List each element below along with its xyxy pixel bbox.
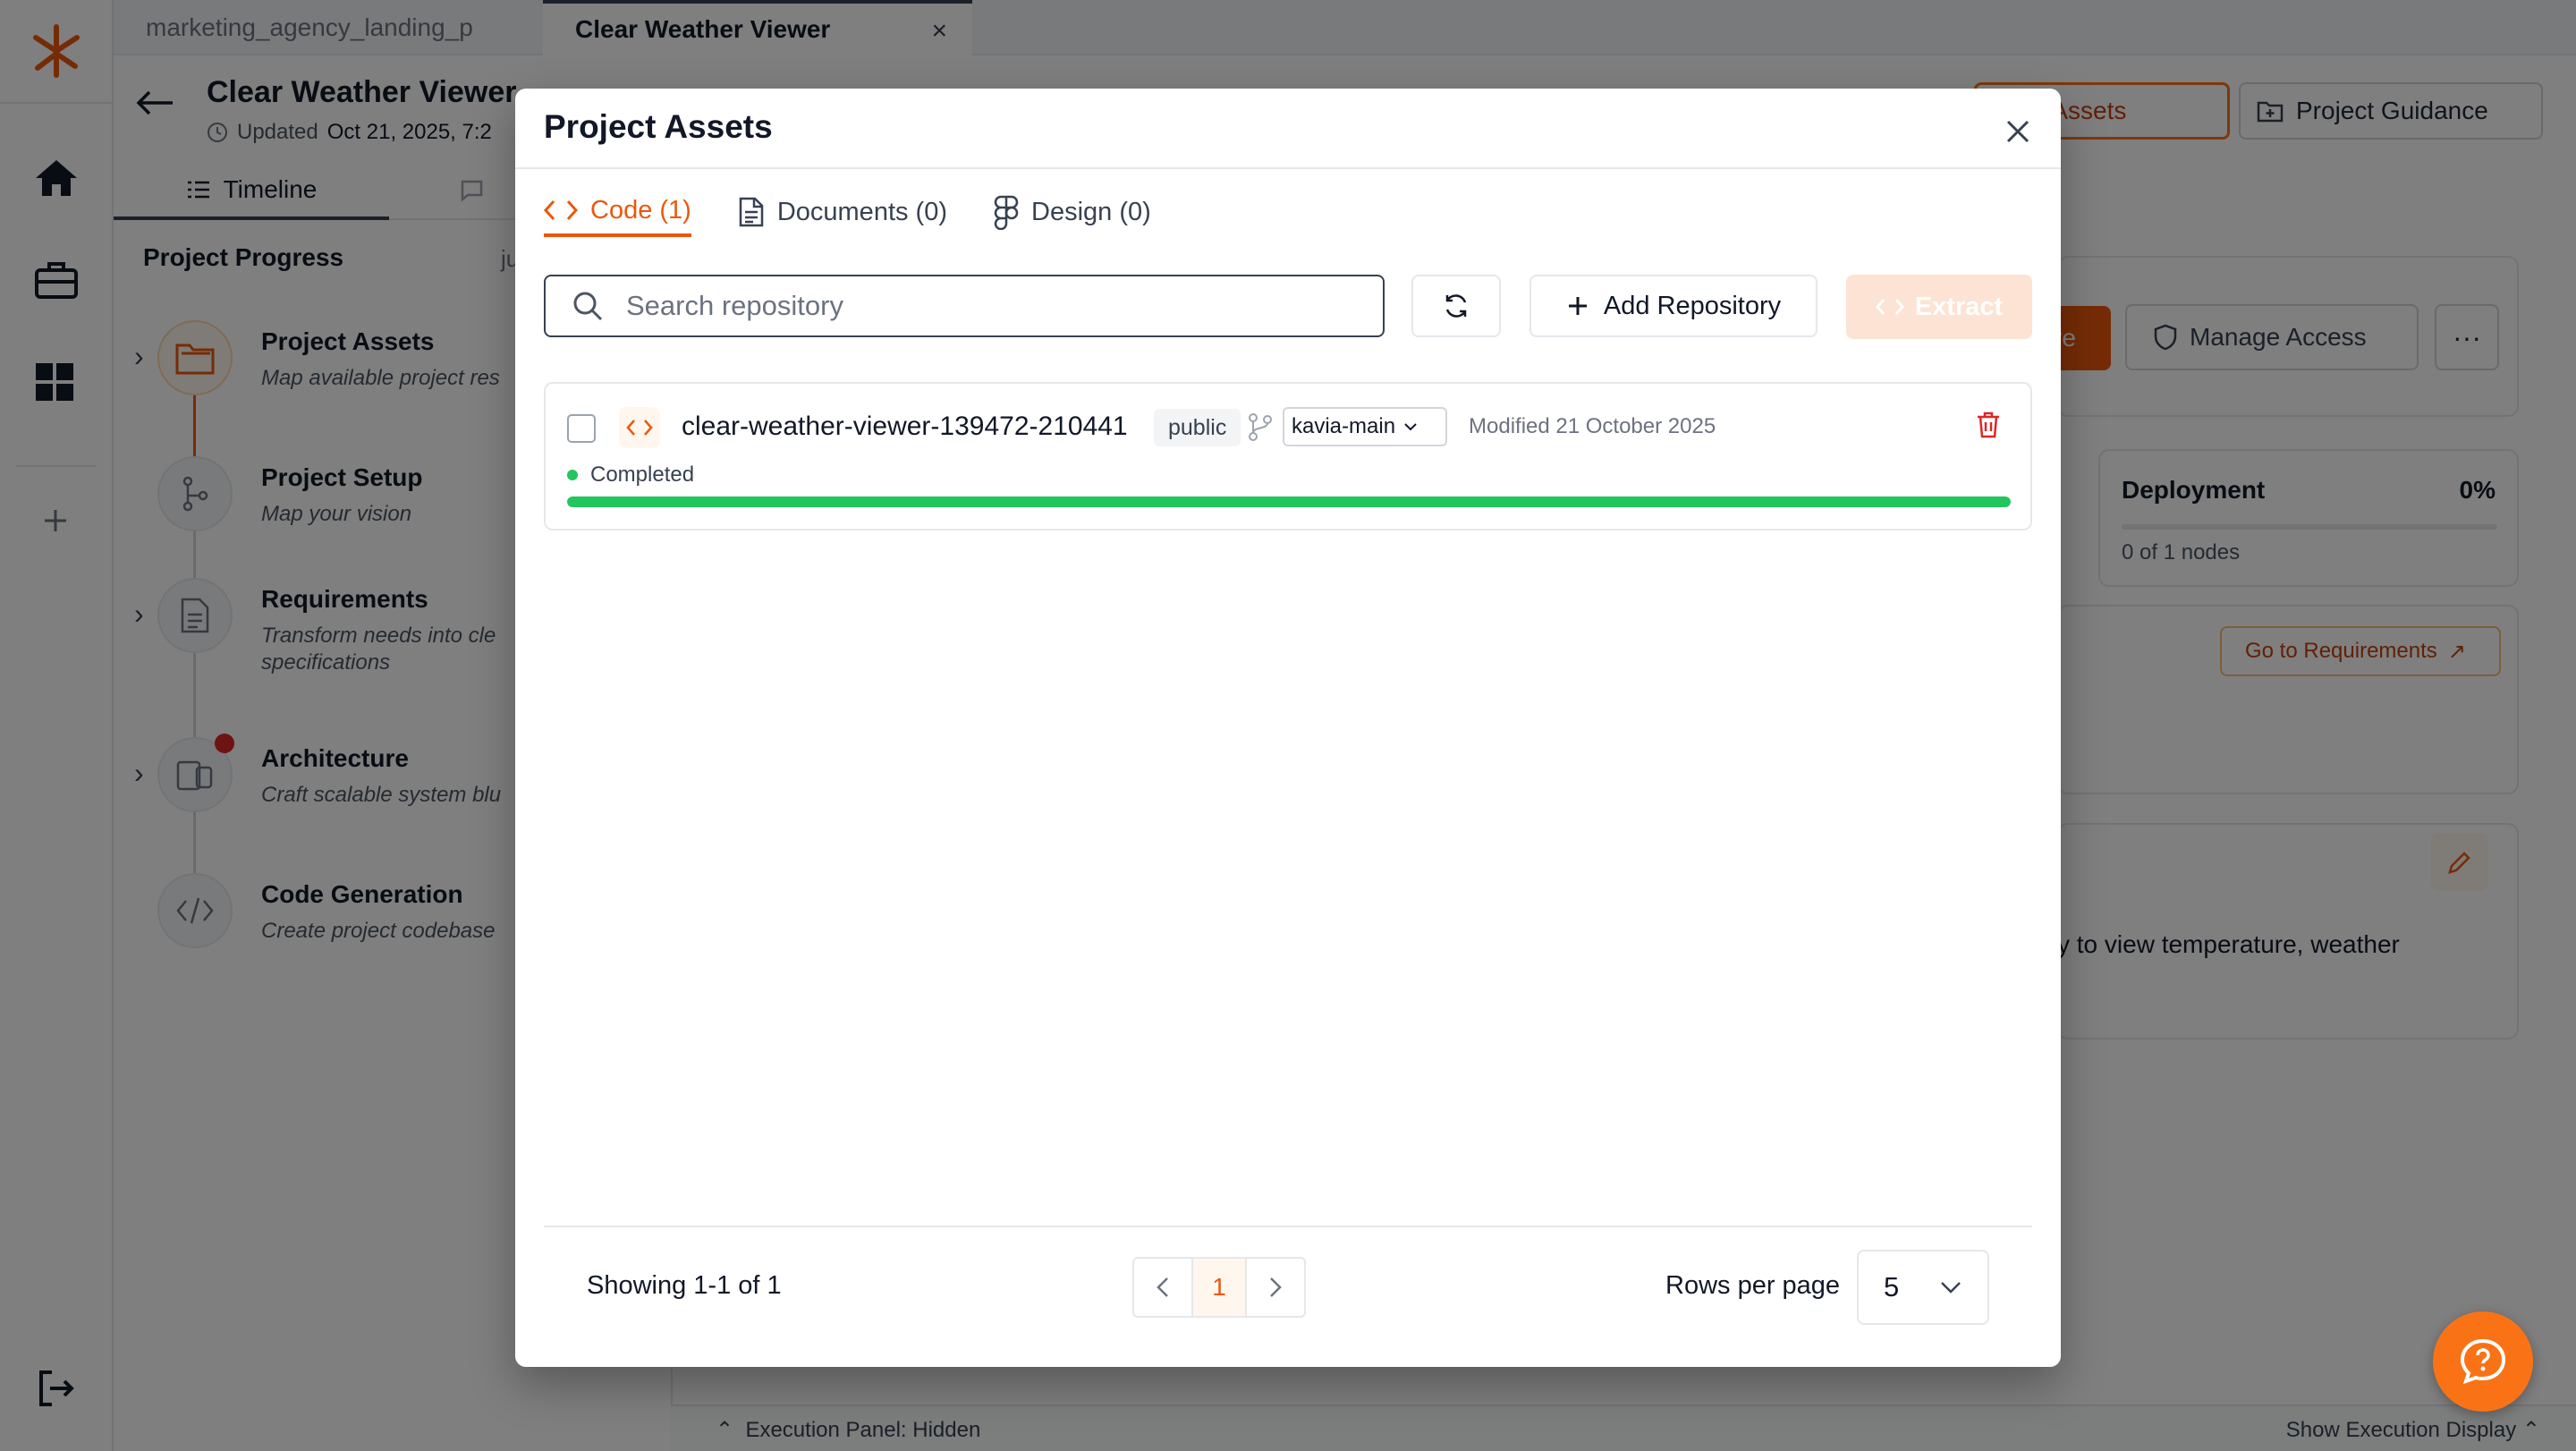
rows-per-page-select[interactable]: 5 bbox=[1857, 1250, 1989, 1325]
extract-button[interactable]: Extract bbox=[1846, 275, 2032, 339]
modal-footer-divider bbox=[544, 1226, 2032, 1227]
code-icon bbox=[544, 198, 578, 223]
figma-icon bbox=[994, 194, 1019, 230]
repository-status: Completed bbox=[567, 462, 694, 488]
document-icon bbox=[738, 196, 765, 228]
page-button-current[interactable]: 1 bbox=[1191, 1257, 1247, 1318]
refresh-icon bbox=[1445, 294, 1467, 318]
search-repository-input[interactable] bbox=[626, 290, 1360, 322]
rows-per-page-label: Rows per page bbox=[1665, 1271, 1841, 1300]
repository-modified: Modified 21 October 2025 bbox=[1469, 414, 1716, 438]
status-dot bbox=[567, 470, 578, 480]
repository-checkbox[interactable] bbox=[567, 414, 596, 443]
help-chat-button[interactable] bbox=[2433, 1311, 2533, 1412]
tab-code[interactable]: Code (1) bbox=[544, 187, 691, 237]
code-icon bbox=[1875, 296, 1904, 318]
tab-label: Design (0) bbox=[1031, 197, 1151, 226]
chevron-right-icon bbox=[1270, 1277, 1282, 1297]
pagination-summary: Showing 1-1 of 1 bbox=[587, 1271, 782, 1300]
code-icon bbox=[619, 407, 660, 448]
repository-row: clear-weather-viewer-139472-210441 publi… bbox=[544, 382, 2032, 530]
status-label: Completed bbox=[590, 462, 695, 487]
refresh-button[interactable] bbox=[1411, 275, 1501, 337]
repository-progress-bar bbox=[567, 496, 2011, 507]
chevron-down-icon bbox=[1402, 421, 1419, 432]
branch-value: kavia-main bbox=[1292, 414, 1396, 438]
plus-icon bbox=[1566, 294, 1589, 318]
button-label: Add Repository bbox=[1603, 291, 1782, 320]
chevron-down-icon bbox=[1939, 1280, 1962, 1294]
branch-select[interactable]: kavia-main bbox=[1283, 407, 1447, 446]
next-page-button[interactable] bbox=[1245, 1257, 1306, 1318]
add-repository-button[interactable]: Add Repository bbox=[1530, 275, 1818, 337]
close-icon[interactable] bbox=[2000, 114, 2036, 149]
git-branch-icon bbox=[1247, 412, 1274, 441]
modal-header-divider bbox=[515, 167, 2061, 169]
pagination: 1 bbox=[1132, 1257, 1306, 1318]
modal-title: Project Assets bbox=[544, 108, 773, 145]
tab-label: Documents (0) bbox=[776, 197, 947, 226]
project-assets-modal: Project Assets Code (1) Documents (0) De… bbox=[515, 89, 2061, 1367]
chevron-left-icon bbox=[1157, 1277, 1168, 1297]
visibility-badge: public bbox=[1154, 409, 1241, 446]
prev-page-button[interactable] bbox=[1132, 1257, 1193, 1318]
progress-fill bbox=[567, 496, 2011, 507]
tab-label: Code (1) bbox=[590, 195, 691, 225]
search-icon bbox=[572, 291, 603, 321]
tab-design[interactable]: Design (0) bbox=[994, 187, 1151, 237]
search-repository-field[interactable] bbox=[544, 275, 1385, 337]
rows-per-page-value: 5 bbox=[1884, 1271, 1900, 1303]
trash-icon[interactable] bbox=[1975, 411, 2002, 439]
repository-name[interactable]: clear-weather-viewer-139472-210441 bbox=[682, 412, 1128, 442]
button-label: Extract bbox=[1914, 292, 2004, 321]
help-chat-icon bbox=[2460, 1338, 2506, 1385]
tab-documents[interactable]: Documents (0) bbox=[738, 187, 947, 237]
asset-tabs: Code (1) Documents (0) Design (0) bbox=[544, 187, 1151, 239]
